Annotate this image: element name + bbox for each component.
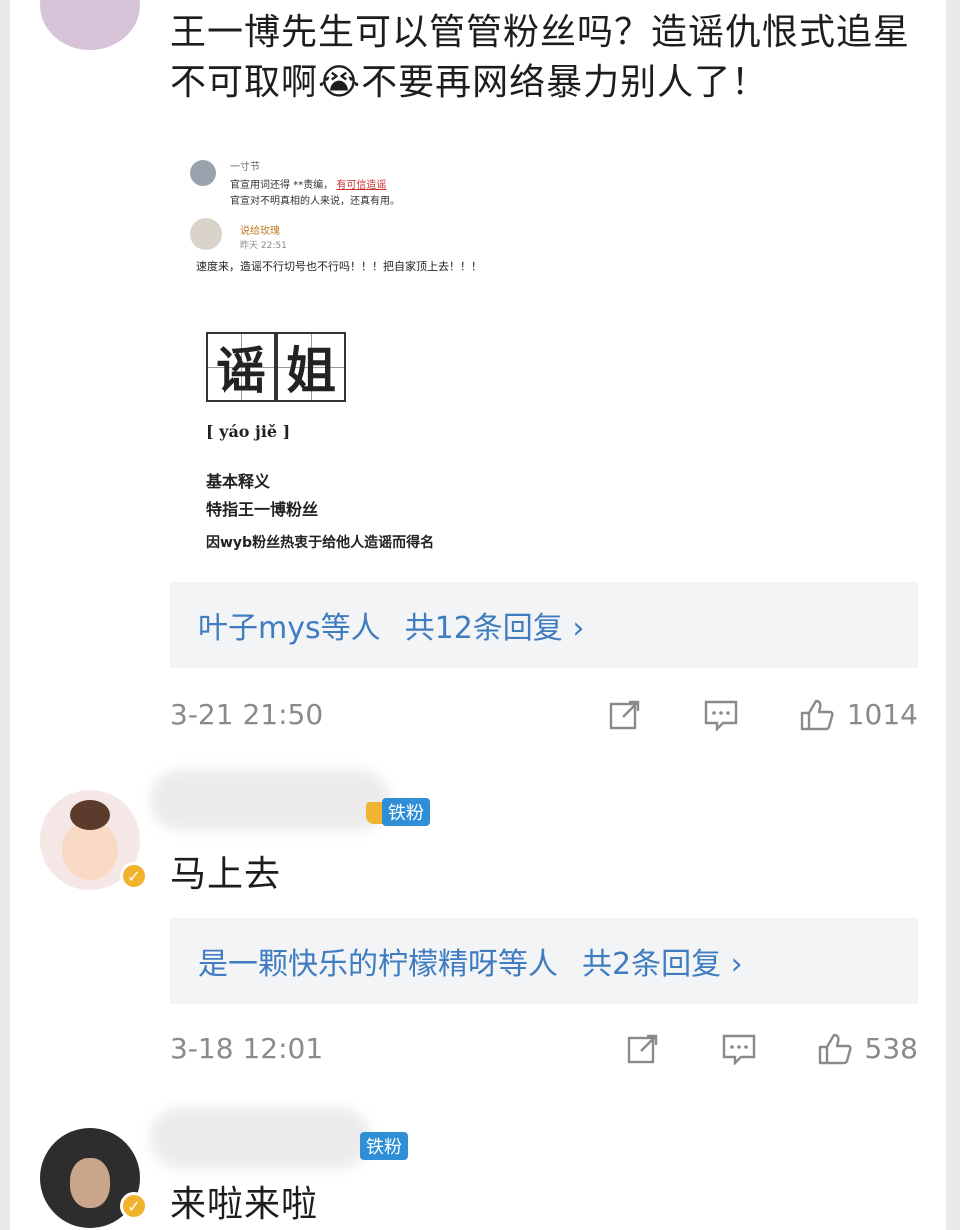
reply-count: 共2条回复 › — [582, 947, 743, 982]
like-count: 538 — [864, 1032, 918, 1065]
pinyin: [ yáo jiě ] — [206, 422, 291, 441]
reply-names: 叶子mys等人 — [198, 611, 381, 646]
comment-text: 来啦来啦 — [170, 1184, 319, 1225]
char-box: 姐 — [276, 332, 346, 402]
redacted-username — [150, 1108, 370, 1168]
embed-time: 昨天 22:51 — [240, 241, 287, 251]
embed-text: 官宣对不明真相的人来说，还真有用。 — [230, 196, 400, 207]
comment-text: 王一博先生可以管管粉丝吗？造谣仇恨式追星不可取啊😭不要再网络暴力别人了！ — [170, 12, 911, 103]
share-icon[interactable] — [607, 699, 643, 731]
timestamp: 3-18 12:01 — [170, 1032, 324, 1065]
comment-meta: 3-18 12:01 538 — [170, 1032, 918, 1072]
avatar-face — [70, 1158, 110, 1208]
embed-text: 官宣用词还得 — [230, 180, 290, 191]
action-bar: 1014 — [547, 698, 918, 732]
fan-badge: 铁粉 — [360, 1132, 408, 1160]
definition-title: 基本释义 — [206, 472, 271, 491]
share-icon[interactable] — [625, 1033, 661, 1065]
embedded-image[interactable]: 一寸节 官宣用词还得 **责编， 有可信造谣 官宣对不明真相的人来说，还真有用。… — [190, 140, 500, 585]
timestamp: 3-21 21:50 — [170, 698, 324, 731]
definition-line: 因wyb粉丝热衷于给他人造谣而得名 — [206, 535, 435, 551]
like-icon[interactable] — [799, 699, 835, 731]
embed-avatar — [190, 218, 222, 250]
reply-count: 共12条回复 › — [404, 611, 585, 646]
embed-avatar — [190, 160, 216, 186]
comment-text: 马上去 — [170, 854, 282, 895]
like-count: 1014 — [846, 698, 918, 731]
verified-icon: ✓ — [120, 1192, 148, 1220]
redacted-username — [150, 770, 390, 830]
definition-line: 特指王一博粉丝 — [206, 500, 319, 519]
embed-text: **责编， — [293, 180, 334, 191]
action-bar: 538 — [565, 1032, 918, 1066]
reply-names: 是一颗快乐的柠檬精呀等人 — [198, 947, 558, 982]
embed-highlight: 有可信造谣 — [336, 180, 387, 191]
embed-user: 说给玫瑰 — [240, 226, 280, 237]
verified-icon: ✓ — [120, 862, 148, 890]
comment-icon[interactable] — [721, 1033, 757, 1066]
fan-badge: 铁粉 — [382, 798, 430, 826]
comment-feed: 王一博先生可以管管粉丝吗？造谣仇恨式追星不可取啊😭不要再网络暴力别人了！ 一寸节… — [10, 0, 946, 1230]
avatar-hair — [70, 800, 110, 830]
comment-meta: 3-21 21:50 1014 — [170, 698, 918, 738]
reply-summary[interactable]: 是一颗快乐的柠檬精呀等人 共2条回复 › — [170, 918, 918, 1004]
embed-user: 一寸节 — [230, 162, 260, 173]
like-icon[interactable] — [817, 1033, 853, 1065]
comment-icon[interactable] — [703, 699, 739, 732]
user-avatar[interactable] — [40, 0, 140, 50]
char-box: 谣 — [206, 332, 276, 402]
reply-summary[interactable]: 叶子mys等人 共12条回复 › — [170, 582, 918, 668]
embed-text: 速度来，造谣不行切号也不行吗！！！把自家顶上去！！！ — [196, 260, 482, 273]
